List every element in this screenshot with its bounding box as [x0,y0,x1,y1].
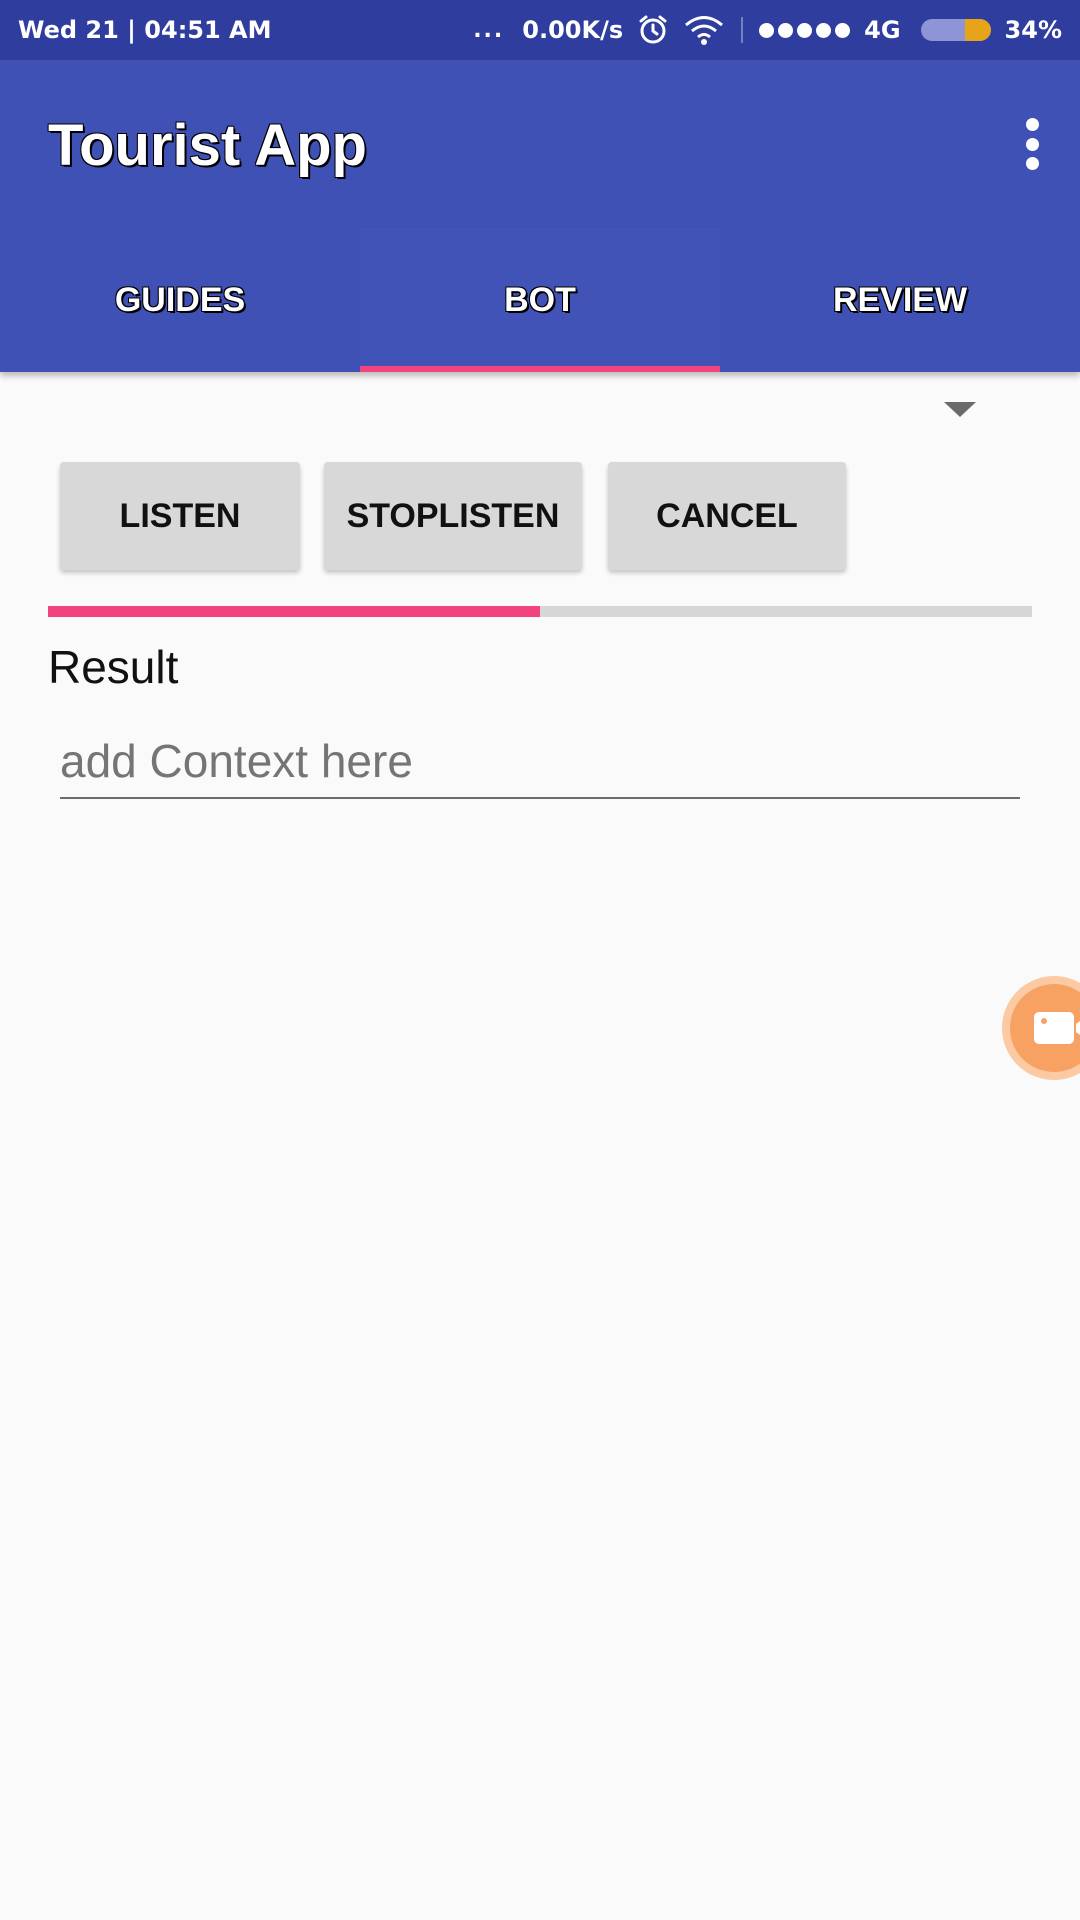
battery-icon [920,19,991,41]
status-indicators: ... 0.00K/s 4G 34% [473,14,1062,46]
more-notifications-icon: ... [473,17,505,43]
wifi-icon [685,16,724,45]
alarm-icon [639,15,667,44]
app-bar: Tourist App [0,60,1080,228]
tab-guides[interactable]: GUIDES [0,228,360,372]
cancel-button[interactable]: CANCEL [608,462,846,570]
tab-bot[interactable]: BOT [360,228,720,372]
context-input[interactable] [60,725,1020,799]
status-datetime: Wed 21 | 04:51 AM [18,16,272,44]
status-divider [741,17,744,43]
screen: Wed 21 | 04:51 AM ... 0.00K/s 4G 34% Tou… [0,0,1080,1920]
status-bar: Wed 21 | 04:51 AM ... 0.00K/s 4G 34% [0,0,1080,60]
arrow-drop-down-icon[interactable] [944,402,976,417]
more-vert-icon[interactable] [1014,112,1050,176]
tab-bar: GUIDES BOT REVIEW [0,228,1080,372]
floating-button-inner [1010,984,1080,1072]
app-title: Tourist App [48,113,367,178]
listen-button[interactable]: LISTEN [60,462,300,570]
tab-review[interactable]: REVIEW [720,228,1080,372]
listen-progress-bar [48,606,1032,617]
signal-icon [759,22,851,38]
floating-camera-button[interactable] [1002,976,1080,1080]
video-camera-icon [1034,1012,1080,1044]
result-label: Result [48,641,179,693]
network-type: 4G [864,16,901,44]
battery-percent: 34% [1004,16,1062,44]
progress-fill [48,606,540,617]
net-speed: 0.00K/s [522,16,624,44]
stop-listen-button[interactable]: STOPLISTEN [324,462,582,570]
